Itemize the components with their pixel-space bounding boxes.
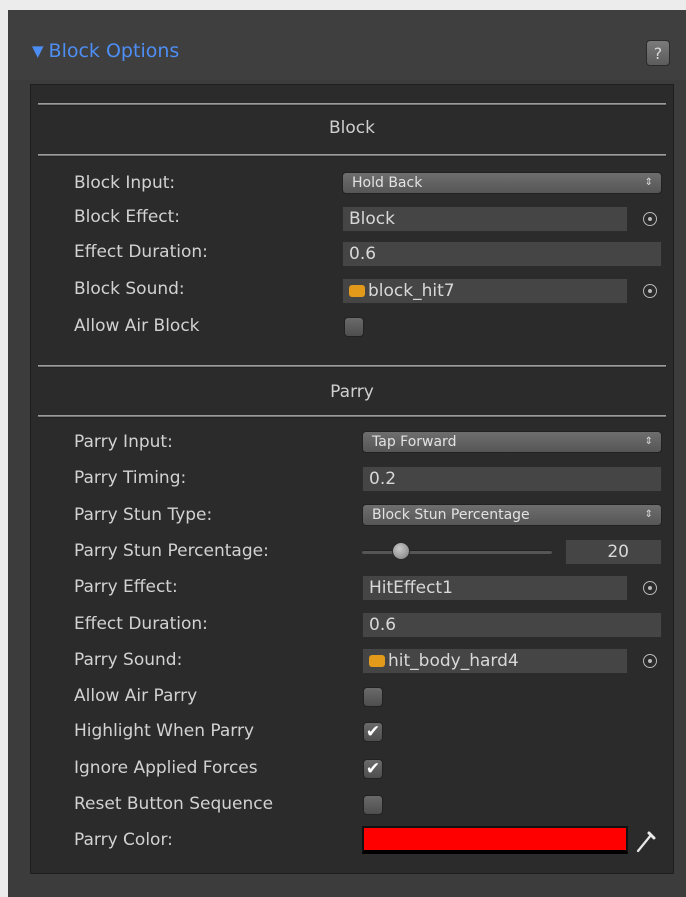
parry-input-label: Parry Input: [74,432,173,452]
parry-effect-field[interactable]: HitEffect1 [362,575,628,601]
section-title-block: Block [329,118,375,138]
foldout-toggle[interactable]: ▼ Block Options [32,40,179,62]
allow-air-block-checkbox[interactable] [344,317,364,337]
parry-stun-type-label: Parry Stun Type: [74,505,213,525]
separator [38,154,666,157]
parry-effect-duration-input[interactable]: 0.6 [362,612,662,638]
popup-arrows-icon: ⇕ [644,436,653,447]
section-title-parry: Parry [330,382,374,402]
allow-air-parry-checkbox[interactable] [363,687,383,707]
reset-button-sequence-checkbox[interactable] [363,795,383,815]
foldout-triangle-icon: ▼ [32,42,44,60]
parry-color-field[interactable] [362,826,628,854]
block-effect-field[interactable]: Block [342,206,628,232]
block-sound-label: Block Sound: [74,279,185,299]
highlight-when-parry-checkbox[interactable]: ✔ [363,722,383,742]
parry-stun-type-popup[interactable]: Block Stun Percentage ⇕ [362,504,662,526]
ignore-applied-forces-checkbox[interactable]: ✔ [363,759,383,779]
parry-sound-label: Parry Sound: [74,650,183,670]
parry-effect-label: Parry Effect: [74,577,178,597]
reset-button-sequence-label: Reset Button Sequence [74,794,274,814]
parry-stun-percentage-value: 20 [607,542,629,562]
parry-timing-input[interactable]: 0.2 [362,466,662,492]
parry-stun-percentage-input[interactable]: 20 [565,539,662,565]
parry-stun-percentage-label: Parry Stun Percentage: [74,541,269,561]
highlight-when-parry-label: Highlight When Parry [74,721,255,741]
object-picker-icon[interactable] [643,284,657,298]
block-sound-field[interactable]: block_hit7 [342,278,628,304]
parry-stun-slider-track[interactable] [362,550,552,554]
separator [38,415,666,418]
ignore-applied-forces-label: Ignore Applied Forces [74,758,258,778]
block-effect-duration-input[interactable]: 0.6 [342,241,662,267]
object-picker-icon[interactable] [643,212,657,226]
block-effect-value: Block [349,209,395,229]
parry-stun-type-value: Block Stun Percentage [372,507,530,523]
object-picker-icon[interactable] [643,654,657,668]
separator [38,103,666,106]
parry-timing-value: 0.2 [369,469,397,489]
help-button[interactable]: ? [646,40,670,66]
parry-stun-slider-thumb[interactable] [392,542,410,560]
block-input-popup[interactable]: Hold Back ⇕ [342,172,662,194]
allow-air-parry-label: Allow Air Parry [74,686,198,706]
block-effect-duration-value: 0.6 [349,244,377,264]
parry-sound-value: hit_body_hard4 [388,651,519,671]
popup-arrows-icon: ⇕ [644,177,653,188]
block-sound-value: block_hit7 [368,281,455,301]
parry-input-popup[interactable]: Tap Forward ⇕ [362,431,662,453]
block-input-label: Block Input: [74,173,176,193]
parry-input-value: Tap Forward [372,434,457,450]
block-effect-label: Block Effect: [74,207,181,227]
parry-sound-field[interactable]: hit_body_hard4 [362,648,628,674]
object-picker-icon[interactable] [643,581,657,595]
parry-effect-duration-value: 0.6 [369,615,397,635]
separator [38,365,666,368]
parry-timing-label: Parry Timing: [74,468,187,488]
audio-clip-icon [369,655,385,667]
popup-arrows-icon: ⇕ [644,509,653,520]
allow-air-block-label: Allow Air Block [74,316,200,336]
block-input-value: Hold Back [352,175,423,191]
audio-clip-icon [349,285,365,297]
block-effect-duration-label: Effect Duration: [74,242,208,262]
eyedropper-icon[interactable] [635,828,657,854]
parry-effect-duration-label: Effect Duration: [74,614,208,634]
parry-effect-value: HitEffect1 [369,578,453,598]
foldout-title: Block Options [48,40,180,62]
parry-color-label: Parry Color: [74,830,173,850]
